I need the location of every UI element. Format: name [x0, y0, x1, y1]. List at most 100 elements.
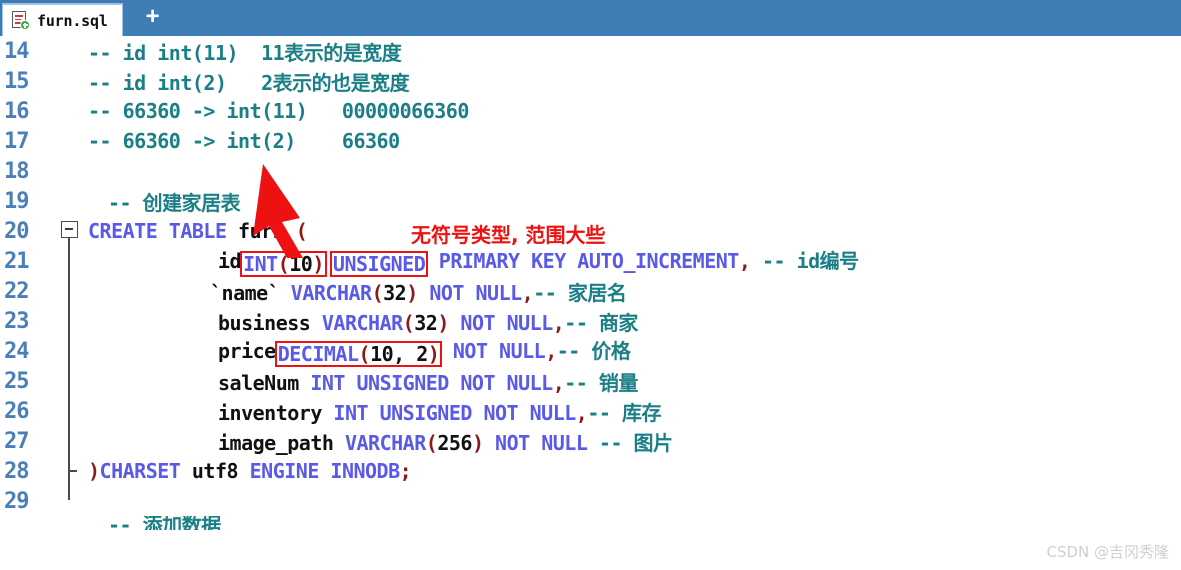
tab-label: furn.sql	[37, 11, 108, 30]
line-number: 20	[4, 218, 30, 244]
fold-gutter	[48, 126, 88, 156]
open-paren: (	[295, 219, 308, 243]
sql-keyword-notnull: NOT NULL	[452, 339, 546, 363]
code-line: 24 price DECIMAL(10, 2) NOT NULL,-- 价格	[0, 335, 1181, 367]
fold-gutter	[48, 426, 88, 456]
fold-collapse-icon[interactable]	[61, 221, 78, 238]
code-line: 19 -- 创建家居表	[0, 186, 1181, 216]
fold-gutter	[48, 456, 88, 486]
sql-type-keyword: VARCHAR	[290, 280, 372, 305]
sql-type-keyword: VARCHAR	[321, 310, 403, 335]
code-statement: saleNum INT UNSIGNED NOT NULL,-- 销量	[88, 367, 638, 396]
comma: ,	[521, 280, 534, 305]
column-name-business: business	[218, 310, 311, 335]
code-statement: inventory INT UNSIGNED NOT NULL,-- 库存	[88, 397, 661, 426]
line-number: 18	[4, 158, 30, 184]
sql-keyword: CREATE TABLE	[88, 219, 227, 243]
code-statement: `name` VARCHAR(32) NOT NULL,-- 家居名	[88, 277, 627, 306]
inline-comment: -- 库存	[587, 400, 661, 425]
column-name-id: id	[218, 249, 242, 273]
sql-keyword-notnull: NOT NULL	[429, 280, 522, 305]
fold-gutter	[48, 276, 88, 306]
tab-furn-sql[interactable]: furn.sql	[2, 3, 123, 36]
code-line: 17 -- 66360 -> int(2) 66360	[0, 126, 1181, 156]
fold-gutter	[48, 486, 88, 516]
column-name-name: `name`	[210, 280, 280, 305]
code-comment: -- id int(2) 2表示的也是宽度	[88, 70, 410, 95]
line-number: 17	[4, 128, 30, 154]
paren-open: (	[425, 430, 438, 455]
fold-gutter	[48, 366, 88, 396]
code-statement: CREATE TABLE furn (	[88, 219, 308, 243]
code-comment-clipped: -- 添加数据	[108, 516, 221, 530]
inline-comment: -- 图片	[598, 430, 673, 455]
inline-comment: -- 价格	[556, 339, 631, 363]
code-statement: id INT(10) UNSIGNED PRIMARY KEY AUTO_INCRE…	[88, 245, 859, 277]
comma: ,	[545, 339, 557, 363]
code-statement: price DECIMAL(10, 2) NOT NULL,-- 价格	[88, 335, 631, 367]
sql-keyword: INT UNSIGNED NOT NULL	[310, 370, 553, 395]
code-statement: business VARCHAR(32) NOT NULL,-- 商家	[88, 307, 638, 336]
line-number: 14	[4, 38, 30, 64]
paren-open: (	[402, 310, 415, 335]
type-size: 10, 2	[370, 342, 428, 366]
csdn-watermark: CSDN @吉冈秀隆	[1046, 543, 1169, 561]
paren-close: )	[406, 280, 418, 305]
fold-gutter	[48, 516, 88, 530]
sql-type-keyword: INT	[243, 252, 278, 276]
sql-keyword-engine: ENGINE INNODB	[249, 459, 401, 483]
sql-keyword-pk: PRIMARY KEY AUTO_INCREMENT	[438, 249, 740, 273]
fold-gutter	[48, 306, 88, 336]
annotation-unsigned-note: 无符号类型, 范围大些	[411, 223, 606, 247]
fold-gutter	[48, 396, 88, 426]
table-name	[227, 219, 239, 243]
new-tab-button[interactable]: +	[123, 0, 183, 36]
fold-gutter	[48, 186, 88, 216]
line-number: 22	[4, 278, 30, 304]
tab-bar: furn.sql +	[0, 0, 1181, 36]
type-size: 32	[383, 280, 407, 305]
line-number: 23	[4, 308, 30, 334]
code-line: 22 `name` VARCHAR(32) NOT NULL,-- 家居名	[0, 276, 1181, 306]
line-number: 24	[4, 338, 30, 364]
sql-keyword-unsigned: UNSIGNED	[332, 252, 426, 276]
sql-editor[interactable]: 14 -- id int(11) 11表示的是宽度 15 -- id int(2…	[0, 36, 1181, 570]
highlight-box-decimal: DECIMAL(10, 2)	[274, 341, 443, 367]
line-number: 21	[4, 248, 30, 274]
code-comment: -- 66360 -> int(2) 66360	[88, 129, 400, 153]
inline-comment: -- 家居名	[533, 280, 627, 305]
fold-gutter	[48, 156, 88, 186]
code-line: 28 )CHARSET utf8 ENGINE INNODB;	[0, 456, 1181, 486]
semicolon: ;	[399, 459, 412, 483]
type-size: 256	[437, 430, 472, 455]
paren-close: )	[427, 342, 440, 366]
code-statement: image_path VARCHAR(256) NOT NULL -- 图片	[88, 427, 673, 456]
fold-guide-end	[68, 456, 77, 472]
inline-comment: -- 销量	[564, 370, 638, 395]
fold-gutter	[48, 96, 88, 126]
code-line: 21 id INT(10) UNSIGNED PRIMARY KEY AUTO_IN…	[0, 245, 1181, 277]
type-size: 10	[289, 252, 313, 276]
column-name-salenum: saleNum	[218, 370, 299, 395]
code-line-clipped: -- 添加数据	[0, 516, 1181, 530]
comma: ,	[575, 400, 588, 425]
code-comment	[750, 249, 762, 273]
fold-gutter	[48, 66, 88, 96]
line-number: 29	[4, 488, 30, 514]
sql-type-keyword: DECIMAL	[277, 342, 359, 366]
fold-gutter	[48, 36, 88, 66]
line-number: 25	[4, 368, 30, 394]
sql-type-keyword: VARCHAR	[344, 430, 426, 455]
inline-comment: -- id编号	[761, 249, 859, 273]
code-line: 25 saleNum INT UNSIGNED NOT NULL,-- 销量	[0, 366, 1181, 396]
paren-close: )	[471, 430, 484, 455]
code-line: 26 inventory INT UNSIGNED NOT NULL,-- 库存	[0, 396, 1181, 426]
